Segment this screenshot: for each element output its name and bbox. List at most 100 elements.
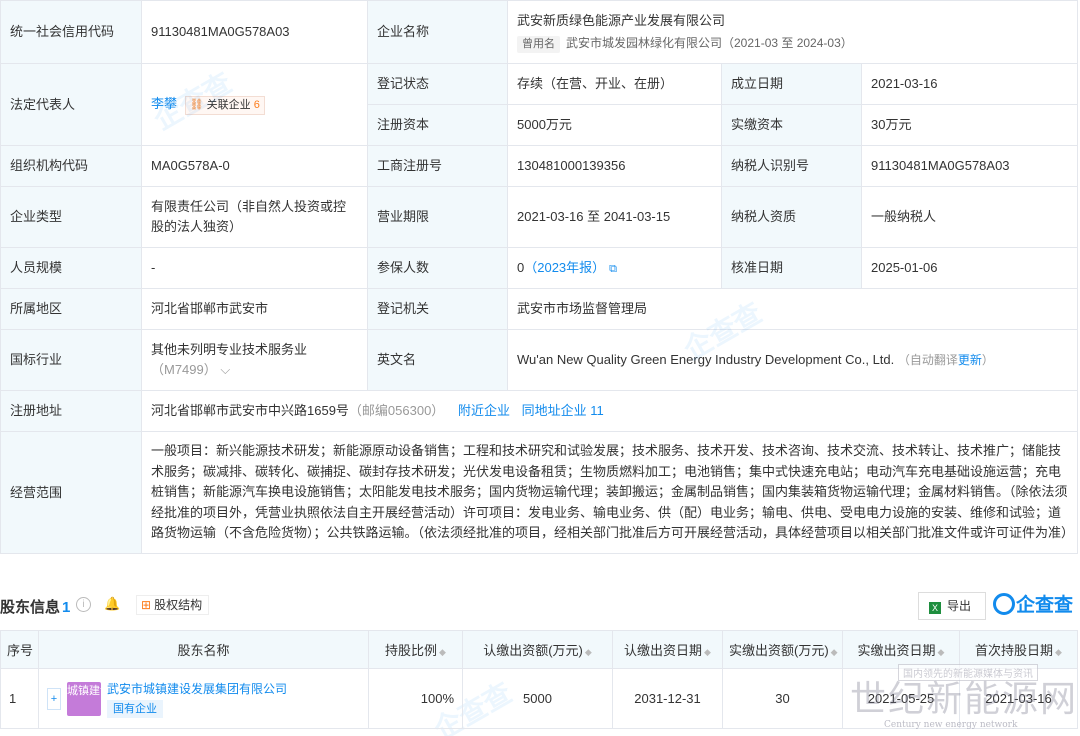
legal-rep-cell: 李攀 ⛓ 关联企业 6 <box>141 63 368 146</box>
subscribed-value: 5000 <box>462 668 613 729</box>
est-date-value: 2021-03-16 <box>861 63 1078 105</box>
paid-value: 30 <box>722 668 843 729</box>
region-label: 所属地区 <box>0 288 142 330</box>
biz-term-label: 营业期限 <box>367 186 508 248</box>
col-ratio[interactable]: 持股比例 ◆ <box>368 630 463 669</box>
reg-status-label: 登记状态 <box>367 63 508 105</box>
reg-authority-label: 登记机关 <box>367 288 508 330</box>
reg-capital-label: 注册资本 <box>367 104 508 146</box>
shareholder-section-header: 股东信息 1 i 🔔 ⊞ 股权结构 X 导出 企查查 <box>0 588 1080 624</box>
col-paid-date[interactable]: 实缴出资日期 ◆ <box>842 630 960 669</box>
approval-date-label: 核准日期 <box>721 247 862 289</box>
sort-icon: ◆ <box>439 647 446 657</box>
address-value: 河北省邯郸市武安市中兴路1659号 <box>151 403 349 418</box>
taxpayer-qual-label: 纳税人资质 <box>721 186 862 248</box>
table-row: 1 + 城镇建设 武安市城镇建设发展集团有限公司 国有企业 100% 5000 2… <box>0 668 1078 729</box>
col-subscribed[interactable]: 认缴出资额(万元) ◆ <box>462 630 613 669</box>
export-button[interactable]: X 导出 <box>918 592 986 620</box>
state-owned-tag: 国有企业 <box>107 699 163 718</box>
org-code-value: MA0G578A-0 <box>141 145 368 187</box>
former-name-tag: 曾用名 <box>517 36 560 53</box>
industry-code: （M7499） <box>151 362 217 377</box>
ratio-value: 100% <box>368 668 463 729</box>
sort-icon: ◆ <box>1055 647 1062 657</box>
equity-structure-button[interactable]: ⊞ 股权结构 <box>136 595 210 615</box>
insured-year-link[interactable]: （2023年报） <box>524 260 605 275</box>
company-name: 武安新质绿色能源产业发展有限公司 <box>517 13 726 28</box>
biz-reg-no-label: 工商注册号 <box>367 145 508 187</box>
industry-cell: 其他未列明专业技术服务业 （M7499） ⌵ <box>141 329 368 391</box>
taxpayer-id-value: 91130481MA0G578A03 <box>861 145 1078 187</box>
same-address-link[interactable]: 同地址企业 11 <box>522 403 604 418</box>
company-name-label: 企业名称 <box>367 0 508 64</box>
credit-code-label: 统一社会信用代码 <box>0 0 142 64</box>
trend-chart-icon[interactable]: ⧉ <box>609 263 617 275</box>
staff-size-label: 人员规模 <box>0 247 142 289</box>
legal-rep-label: 法定代表人 <box>0 63 142 146</box>
approval-date-value: 2025-01-06 <box>861 247 1078 289</box>
company-info-table: 统一社会信用代码 91130481MA0G578A03 企业名称 武安新质绿色能… <box>0 0 1078 554</box>
qcc-logo: 企查查 <box>993 593 1073 617</box>
col-index: 序号 <box>0 630 39 669</box>
reg-capital-value: 5000万元 <box>507 104 722 146</box>
sort-icon: ◆ <box>584 647 592 657</box>
col-paid[interactable]: 实缴出资额(万元) ◆ <box>722 630 843 669</box>
taxpayer-id-label: 纳税人识别号 <box>721 145 862 187</box>
address-label: 注册地址 <box>0 390 142 432</box>
shareholder-name-cell: + 城镇建设 武安市城镇建设发展集团有限公司 国有企业 <box>38 668 369 729</box>
scope-label: 经营范围 <box>0 431 142 554</box>
related-companies-button[interactable]: ⛓ 关联企业 6 <box>184 96 265 115</box>
staff-size-value: - <box>141 247 368 289</box>
address-cell: 河北省邯郸市武安市中兴路1659号（邮编056300） 附近企业 同地址企业 1… <box>141 390 1078 432</box>
col-subscribed-date[interactable]: 认缴出资日期 ◆ <box>612 630 723 669</box>
subscribed-date-value: 2031-12-31 <box>612 668 723 729</box>
company-logo: 城镇建设 <box>67 681 111 716</box>
english-name-cell: Wu'an New Quality Green Energy Industry … <box>507 329 1078 391</box>
paid-capital-value: 30万元 <box>861 104 1078 146</box>
row-index: 1 <box>0 668 39 729</box>
sort-icon: ◆ <box>830 647 838 657</box>
help-icon[interactable]: i <box>76 597 91 612</box>
biz-term-value: 2021-03-16 至 2041-03-15 <box>507 186 722 248</box>
english-name-value: Wu'an New Quality Green Energy Industry … <box>517 352 895 367</box>
former-name: 武安市城发园林绿化有限公司（2021-03 至 2024-03） <box>566 36 853 50</box>
chevron-down-icon[interactable]: ⌵ <box>217 362 230 377</box>
english-name-label: 英文名 <box>367 329 508 391</box>
shareholder-table: 序号 股东名称 持股比例 ◆ 认缴出资额(万元) ◆ 认缴出资日期 ◆ 实缴出资额(万… <box>0 630 1078 729</box>
shareholder-name-link[interactable]: 武安市城镇建设发展集团有限公司 <box>107 680 287 698</box>
shareholder-title: 股东信息 1 <box>0 599 71 616</box>
sort-icon: ◆ <box>937 647 945 657</box>
scope-value: 一般项目：新兴能源技术研发；新能源原动设备销售；工程和技术研究和试验发展；技术服… <box>141 431 1078 554</box>
industry-value: 其他未列明专业技术服务业 <box>151 342 308 357</box>
paid-date-value: 2021-05-25 <box>842 668 960 729</box>
sort-icon: ◆ <box>704 647 711 657</box>
company-type-label: 企业类型 <box>0 186 142 248</box>
company-type-value: 有限责任公司（非自然人投资或控股的法人独资） <box>141 186 368 248</box>
company-name-cell: 武安新质绿色能源产业发展有限公司 曾用名 武安市城发园林绿化有限公司（2021-0… <box>507 0 1078 64</box>
first-date-value: 2021-03-16 <box>959 668 1078 729</box>
biz-reg-no-value: 130481000139356 <box>507 145 722 187</box>
postcode: （邮编056300） <box>348 403 445 418</box>
auto-translate-note: （自动翻译 <box>897 353 958 367</box>
legal-rep-link[interactable]: 李攀 <box>151 96 177 111</box>
taxpayer-qual-value: 一般纳税人 <box>861 186 1078 248</box>
insured-label: 参保人数 <box>367 247 508 289</box>
region-value: 河北省邯郸市武安市 <box>141 288 368 330</box>
org-code-label: 组织机构代码 <box>0 145 142 187</box>
equity-structure-icon: ⊞ <box>141 598 152 612</box>
expand-icon[interactable]: + <box>47 687 61 710</box>
excel-icon: X <box>929 602 941 614</box>
paid-capital-label: 实缴资本 <box>721 104 862 146</box>
est-date-label: 成立日期 <box>721 63 862 105</box>
col-name: 股东名称 <box>38 630 369 669</box>
credit-code-value: 91130481MA0G578A03 <box>141 0 368 64</box>
related-icon: ⛓ <box>189 99 204 111</box>
update-link[interactable]: 更新 <box>958 353 982 367</box>
nearby-companies-link[interactable]: 附近企业 <box>458 403 510 418</box>
industry-label: 国标行业 <box>0 329 142 391</box>
reg-status-value: 存续（在营、开业、在册） <box>507 63 722 105</box>
qcc-logo-icon <box>993 593 1015 615</box>
bell-icon[interactable]: 🔔 <box>104 596 120 612</box>
reg-authority-value: 武安市市场监督管理局 <box>507 288 1078 330</box>
col-first-date[interactable]: 首次持股日期 ◆ <box>959 630 1078 669</box>
